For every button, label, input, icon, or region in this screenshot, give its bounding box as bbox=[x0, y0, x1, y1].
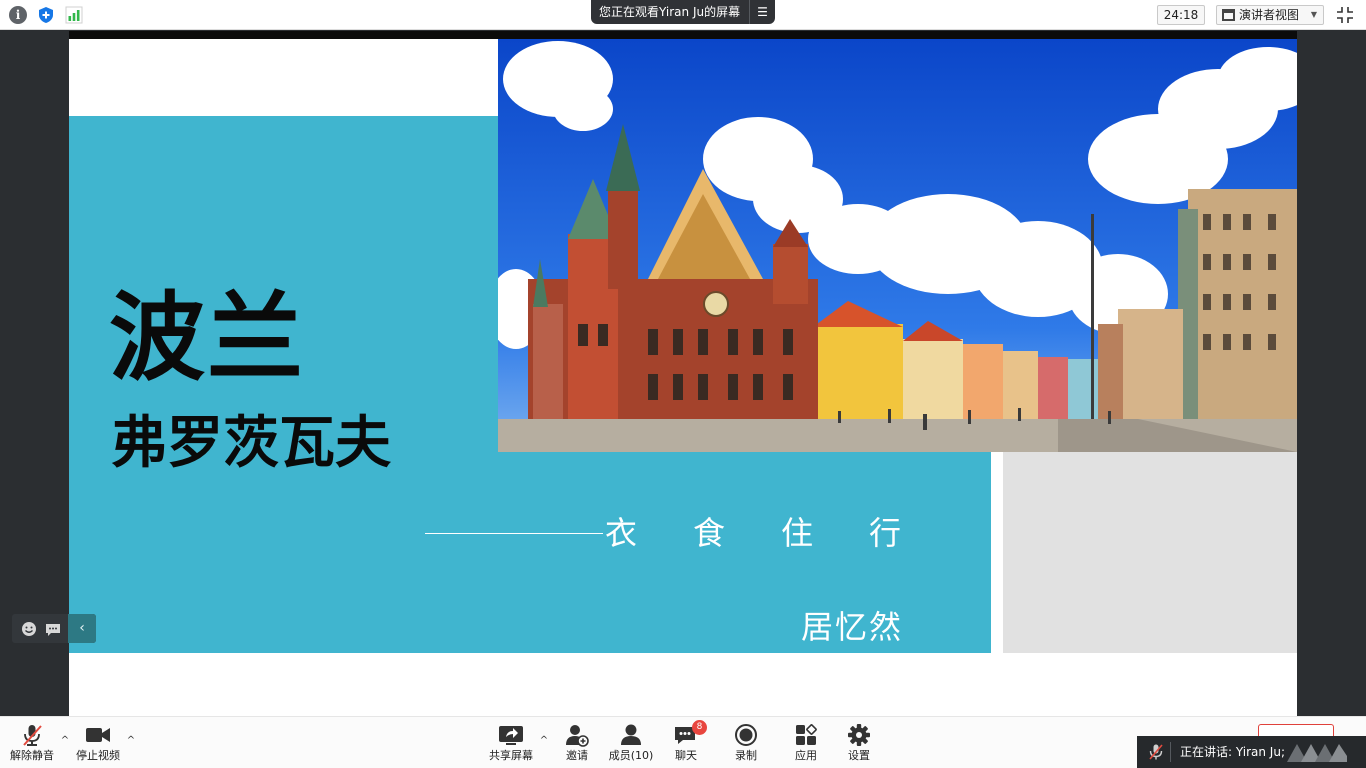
speaker-view-icon bbox=[1222, 9, 1235, 21]
apps-label: 应用 bbox=[795, 749, 817, 762]
video-options-chevron-up-icon[interactable]: ^ bbox=[125, 735, 137, 747]
slide-author: 居忆然 bbox=[801, 608, 904, 646]
participants-button[interactable]: 成员(10) bbox=[604, 717, 658, 768]
gear-icon bbox=[848, 724, 870, 746]
share-screen-icon bbox=[499, 726, 523, 745]
chat-unread-badge: 8 bbox=[692, 720, 707, 735]
slide-subtitle: 弗罗茨瓦夫 bbox=[111, 411, 391, 476]
invite-label: 邀请 bbox=[566, 749, 588, 762]
speaker-avatar-strip bbox=[1287, 744, 1347, 762]
speaker-divider bbox=[1170, 742, 1171, 762]
chat-button[interactable]: 8 聊天 bbox=[668, 717, 707, 768]
participants-label: 成员(10) bbox=[608, 749, 654, 762]
record-icon bbox=[735, 724, 757, 746]
wroclaw-town-hall-photo bbox=[498, 39, 1297, 452]
slide-motto: 衣食住行 bbox=[605, 514, 958, 552]
shared-screen-slide: 波兰 弗罗茨瓦夫 衣食住行 居忆然 bbox=[69, 31, 1297, 716]
chevron-left-icon[interactable]: ‹ bbox=[68, 614, 96, 643]
comment-icon[interactable] bbox=[45, 621, 61, 637]
record-label: 录制 bbox=[735, 749, 757, 762]
info-icon[interactable]: i bbox=[9, 6, 27, 24]
muted-mic-icon bbox=[23, 725, 42, 746]
meeting-timer: 24:18 bbox=[1157, 5, 1205, 25]
settings-label: 设置 bbox=[848, 749, 870, 762]
banner-text: 您正在观看Yiran Ju的屏幕 bbox=[599, 5, 741, 19]
view-mode-dropdown[interactable]: 演讲者视图 ▼ bbox=[1216, 5, 1324, 25]
apps-button[interactable]: 应用 bbox=[788, 717, 824, 768]
signal-icon[interactable] bbox=[65, 6, 83, 24]
shield-icon[interactable] bbox=[37, 6, 55, 24]
slide-title: 波兰 bbox=[109, 282, 305, 394]
active-speaker-text: 正在讲话: Yiran Ju; bbox=[1180, 745, 1285, 759]
emoji-icon[interactable] bbox=[21, 621, 37, 637]
share-screen-button[interactable]: 共享屏幕 bbox=[486, 717, 536, 768]
record-button[interactable]: 录制 bbox=[728, 717, 764, 768]
unmute-label: 解除静音 bbox=[10, 749, 54, 762]
slide-top-edge bbox=[69, 31, 1297, 39]
fullscreen-exit-icon[interactable] bbox=[1336, 6, 1354, 24]
stop-video-button[interactable]: 停止视频 bbox=[72, 717, 124, 768]
share-options-chevron-up-icon[interactable]: ^ bbox=[538, 735, 550, 747]
reaction-panel: ‹ bbox=[12, 614, 96, 643]
chat-label: 聊天 bbox=[675, 749, 697, 762]
audio-options-chevron-up-icon[interactable]: ^ bbox=[59, 735, 71, 747]
menu-lines-icon[interactable]: ☰ bbox=[749, 0, 775, 24]
screen-share-banner: 您正在观看Yiran Ju的屏幕 ☰ bbox=[591, 0, 775, 24]
unmute-button[interactable]: 解除静音 bbox=[6, 717, 58, 768]
stop-video-label: 停止视频 bbox=[76, 749, 120, 762]
top-bar: i 您正在观看Yiran Ju的屏幕 ☰ 24:18 演讲者视图 ▼ bbox=[0, 0, 1366, 30]
slide-grey-block bbox=[1003, 452, 1297, 653]
meeting-window: i 您正在观看Yiran Ju的屏幕 ☰ 24:18 演讲者视图 ▼ 波兰 弗罗… bbox=[0, 0, 1366, 768]
participants-icon bbox=[621, 724, 641, 745]
settings-button[interactable]: 设置 bbox=[841, 717, 877, 768]
slide-dash-line bbox=[425, 533, 603, 534]
invite-button[interactable]: 邀请 bbox=[558, 717, 596, 768]
active-speaker-bar: 正在讲话: Yiran Ju; bbox=[1137, 736, 1366, 768]
view-mode-label: 演讲者视图 bbox=[1239, 8, 1300, 22]
add-user-icon bbox=[566, 725, 589, 747]
apps-grid-icon bbox=[796, 724, 817, 745]
share-screen-label: 共享屏幕 bbox=[489, 749, 533, 762]
muted-mic-icon bbox=[1149, 744, 1163, 760]
chevron-down-icon: ▼ bbox=[1310, 10, 1317, 19]
video-camera-icon bbox=[86, 728, 110, 742]
